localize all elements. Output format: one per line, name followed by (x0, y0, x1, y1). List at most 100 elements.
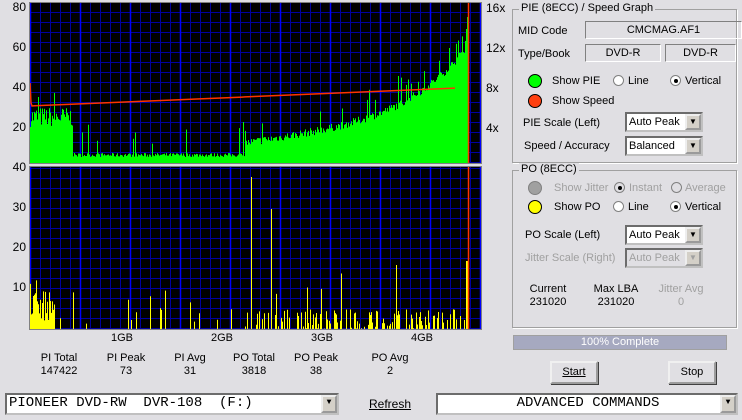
selected-value: Auto Peak (629, 229, 680, 241)
stat-pi-total: PI Total 147422 (24, 352, 94, 378)
stat-value: 231020 (597, 296, 635, 308)
stat-label: Jitter Avg (658, 283, 704, 295)
chevron-down-icon: ▼ (685, 250, 701, 266)
pie-line-label: Line (628, 75, 649, 87)
selected-value: PIONEER DVD-RW DVR-108 (F:) (9, 395, 253, 411)
selected-value: Auto Peak (629, 116, 680, 128)
chevron-down-icon[interactable]: ▼ (685, 114, 701, 130)
po-axis-label: 20 (12, 240, 26, 254)
pie-scale-select[interactable]: Auto Peak ▼ (625, 112, 703, 132)
stat-value: 231020 (529, 296, 567, 308)
stat-pi-avg: PI Avg 31 (155, 352, 225, 378)
max-lba: Max LBA 231020 (581, 283, 651, 309)
jitter-avg: Jitter Avg 0 (646, 283, 716, 309)
advanced-commands-select[interactable]: ADVANCED COMMANDS ▼ (436, 393, 738, 415)
po-axis-label: 30 (12, 200, 26, 214)
stat-po-avg: PO Avg 2 (355, 352, 425, 378)
jitter-scale-select: Auto Peak ▼ (625, 248, 703, 268)
mid-code-label: MID Code (518, 25, 568, 37)
speed-axis-label: 8x (486, 81, 499, 95)
show-speed-toggle[interactable] (528, 94, 542, 108)
stat-label: PI Total (40, 352, 78, 364)
pie-vertical-label: Vertical (685, 75, 722, 87)
speed-accuracy-select[interactable]: Balanced ▼ (625, 136, 703, 156)
show-po-label: Show PO (554, 201, 601, 213)
grid-minor (30, 167, 481, 329)
chevron-down-icon[interactable]: ▼ (685, 227, 701, 243)
start-label: Start (562, 366, 586, 378)
stat-value: 3818 (241, 365, 267, 377)
pie-graph-canvas (29, 2, 482, 163)
stat-label: PI Peak (106, 352, 146, 364)
po-axis-label: 10 (12, 280, 26, 294)
show-jitter-toggle (528, 181, 542, 195)
stat-po-total: PO Total 3818 (219, 352, 289, 378)
stat-value: 73 (119, 365, 133, 377)
jitter-average-radio (671, 182, 682, 193)
stat-value: 38 (309, 365, 323, 377)
po-vertical-radio[interactable] (670, 201, 681, 212)
x-axis-label: 3GB (310, 332, 334, 344)
stat-value: 2 (386, 365, 394, 377)
chevron-down-icon[interactable]: ▼ (720, 395, 736, 413)
stat-label: Current (529, 283, 567, 295)
start-button[interactable]: Start (550, 361, 598, 384)
po-line-radio[interactable] (613, 201, 624, 212)
pie-axis-label: 60 (12, 40, 26, 54)
po-bars (30, 177, 468, 329)
group-title: PIE (8ECC) / Speed Graph (519, 2, 656, 14)
chevron-down-icon[interactable]: ▼ (685, 138, 701, 154)
show-jitter-label: Show Jitter (554, 182, 609, 194)
stat-pi-peak: PI Peak 73 (91, 352, 161, 378)
stat-label: PO Total (233, 352, 275, 364)
jitter-instant-label: Instant (629, 182, 663, 194)
speed-axis-label: 4x (486, 121, 499, 135)
po-graph (29, 166, 482, 330)
drive-select[interactable]: PIONEER DVD-RW DVR-108 (F:) ▼ (5, 393, 339, 415)
po-line-label: Line (628, 201, 649, 213)
selected-value: ADVANCED COMMANDS (516, 395, 660, 411)
current-lba: Current 231020 (513, 283, 583, 309)
pie-axis-label: 20 (12, 120, 26, 134)
mid-code-value: CMCMAG.AF1 (585, 21, 742, 39)
pie-axis-label: 80 (12, 0, 26, 14)
pie-graph (29, 2, 482, 164)
pie-axis-label: 40 (12, 80, 26, 94)
speed-axis-label: 12x (486, 41, 506, 55)
stop-button[interactable]: Stop (668, 361, 716, 384)
jitter-instant-radio (614, 182, 625, 193)
x-axis-label: 2GB (210, 332, 234, 344)
stop-label: Stop (680, 366, 704, 378)
selected-value: Balanced (629, 140, 675, 152)
stat-value: 147422 (40, 365, 78, 377)
show-po-toggle[interactable] (528, 200, 542, 214)
stat-value: 0 (677, 296, 685, 308)
stat-label: PI Avg (174, 352, 206, 364)
x-axis-label: 4GB (410, 332, 434, 344)
book-type-value: DVD-R (665, 44, 736, 62)
po-graph-canvas (29, 167, 482, 329)
stat-po-peak: PO Peak 38 (281, 352, 351, 378)
pie-vertical-radio[interactable] (670, 75, 681, 86)
speed-axis-label: 16x (486, 1, 506, 15)
selected-value: Auto Peak (629, 252, 680, 264)
po-vertical-label: Vertical (685, 201, 722, 213)
chevron-down-icon[interactable]: ▼ (321, 395, 337, 413)
po-axis-label: 40 (12, 160, 26, 174)
type-book-label: Type/Book (518, 48, 570, 60)
stat-value: 31 (183, 365, 197, 377)
pie-line-radio[interactable] (613, 75, 624, 86)
stat-label: Max LBA (593, 283, 639, 295)
x-axis-label: 1GB (110, 332, 134, 344)
po-scale-label: PO Scale (Left) (525, 229, 601, 241)
jitter-average-label: Average (685, 182, 726, 194)
speed-accuracy-label: Speed / Accuracy (524, 140, 610, 152)
progress-bar: 100% Complete (513, 335, 727, 350)
pie-scale-label: PIE Scale (Left) (523, 117, 601, 129)
show-pie-toggle[interactable] (528, 74, 542, 88)
jitter-scale-label: Jitter Scale (Right) (525, 252, 616, 264)
refresh-button[interactable]: Refresh (369, 397, 411, 411)
disc-type-value: DVD-R (585, 44, 661, 62)
po-scale-select[interactable]: Auto Peak ▼ (625, 225, 703, 245)
progress-text: 100% Complete (580, 336, 660, 348)
